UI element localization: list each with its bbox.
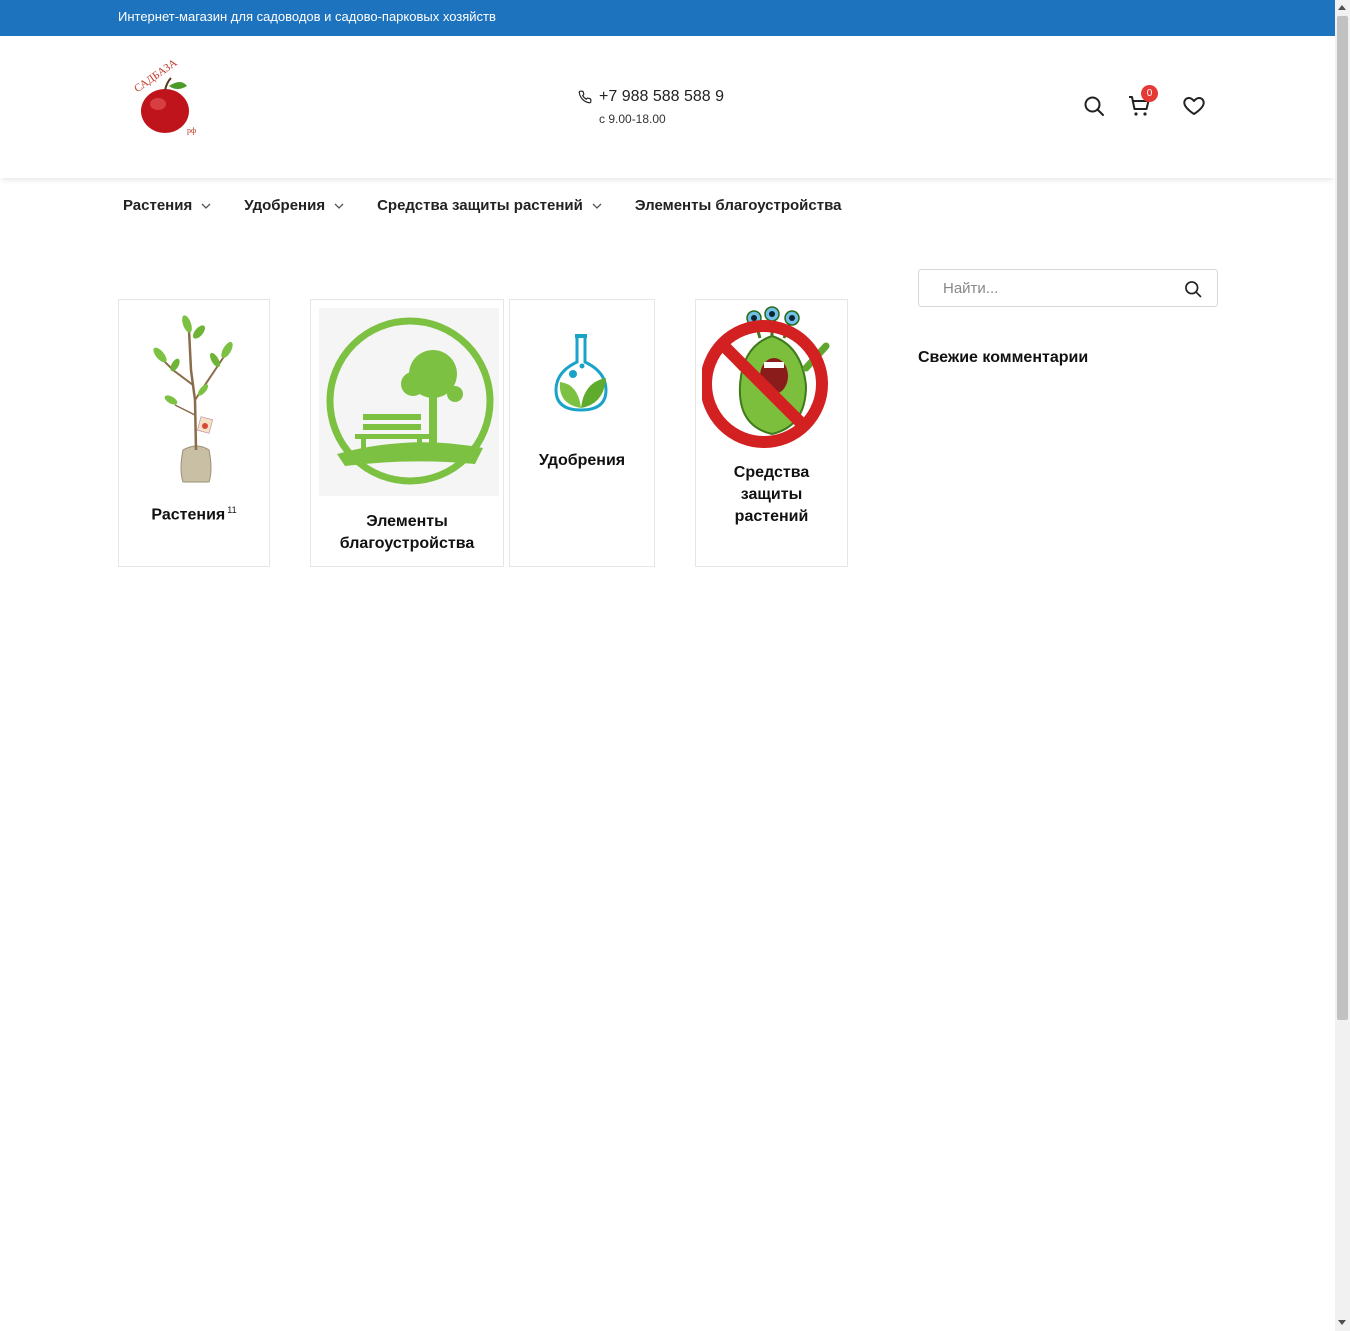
category-name-line: Элементы — [366, 513, 448, 530]
search-submit-button[interactable] — [1183, 279, 1203, 299]
phone-icon — [578, 90, 592, 104]
site-tagline: Интернет-магазин для садоводов и садово-… — [118, 9, 496, 24]
search-icon — [1185, 281, 1202, 298]
site-logo[interactable]: САДБАЗА рф — [125, 57, 210, 146]
no-pest-monster-image — [702, 306, 830, 448]
nav-item-label: Растения — [123, 197, 193, 214]
chevron-down-icon — [592, 203, 602, 209]
wishlist-button[interactable] — [1182, 94, 1206, 118]
category-card-plant-protection[interactable]: Средства защиты растений — [695, 299, 848, 567]
nav-item-fertilizers[interactable]: Удобрения — [244, 197, 344, 214]
category-name-line: защиты — [740, 486, 803, 503]
page-scrollbar[interactable] — [1335, 0, 1350, 1331]
category-card-landscaping[interactable]: Элементы благоустройства — [310, 299, 504, 567]
heart-icon — [1183, 97, 1205, 115]
park-bench-tree-image — [326, 317, 494, 485]
logo-suffix: рф — [187, 126, 197, 135]
category-name-line: благоустройства — [339, 535, 475, 552]
nav-item-label: Элементы благоустройства — [634, 197, 842, 214]
main-menu: Растения Удобрения Средства защиты расте… — [123, 197, 874, 214]
sapling-in-sack-image — [153, 315, 233, 483]
apple-logo-icon — [141, 77, 189, 133]
scroll-down-arrow-icon[interactable] — [1338, 1320, 1346, 1325]
site-header: САДБАЗА рф +7 988 588 588 9 с 9.00-18.00… — [0, 36, 1335, 178]
header-search-button[interactable] — [1082, 94, 1106, 118]
chevron-down-icon — [201, 203, 211, 209]
cart-count-badge: 0 — [1141, 85, 1158, 102]
category-card-plants[interactable]: Растения 11 — [118, 299, 270, 567]
category-title: Элементы благоустройства — [311, 511, 503, 555]
sidebar-search — [918, 269, 1218, 307]
phone-number[interactable]: +7 988 588 588 9 — [599, 88, 724, 106]
nav-item-plant-protection[interactable]: Средства защиты растений — [377, 197, 602, 214]
cart-button[interactable]: 0 — [1127, 85, 1158, 118]
category-card-fertilizers[interactable]: Удобрения — [509, 299, 655, 567]
nav-item-landscaping[interactable]: Элементы благоустройства — [635, 197, 842, 214]
chevron-down-icon — [334, 203, 344, 209]
category-title: Средства защиты растений — [696, 462, 847, 528]
category-name: Удобрения — [538, 452, 626, 469]
top-bar: Интернет-магазин для садоводов и садово-… — [0, 0, 1335, 36]
recent-comments-title: Свежие комментарии — [918, 349, 1089, 366]
category-title: Растения 11 — [119, 499, 269, 526]
category-name-line: Средства — [733, 464, 810, 481]
search-input[interactable] — [943, 278, 1173, 298]
working-hours: с 9.00-18.00 — [599, 112, 666, 126]
category-count: 11 — [227, 505, 237, 515]
category-name: Растения — [151, 506, 226, 524]
scroll-up-arrow-icon[interactable] — [1338, 5, 1346, 10]
search-icon — [1084, 96, 1104, 116]
nav-item-label: Удобрения — [244, 197, 326, 214]
scrollbar-thumb[interactable] — [1337, 16, 1348, 1020]
category-name-line: растений — [734, 508, 809, 525]
nav-item-label: Средства защиты растений — [377, 197, 583, 214]
contact-block: +7 988 588 588 9 с 9.00-18.00 — [578, 88, 724, 126]
flask-leaf-image — [554, 334, 608, 412]
nav-item-plants[interactable]: Растения — [123, 197, 211, 214]
category-title: Удобрения — [510, 450, 654, 472]
